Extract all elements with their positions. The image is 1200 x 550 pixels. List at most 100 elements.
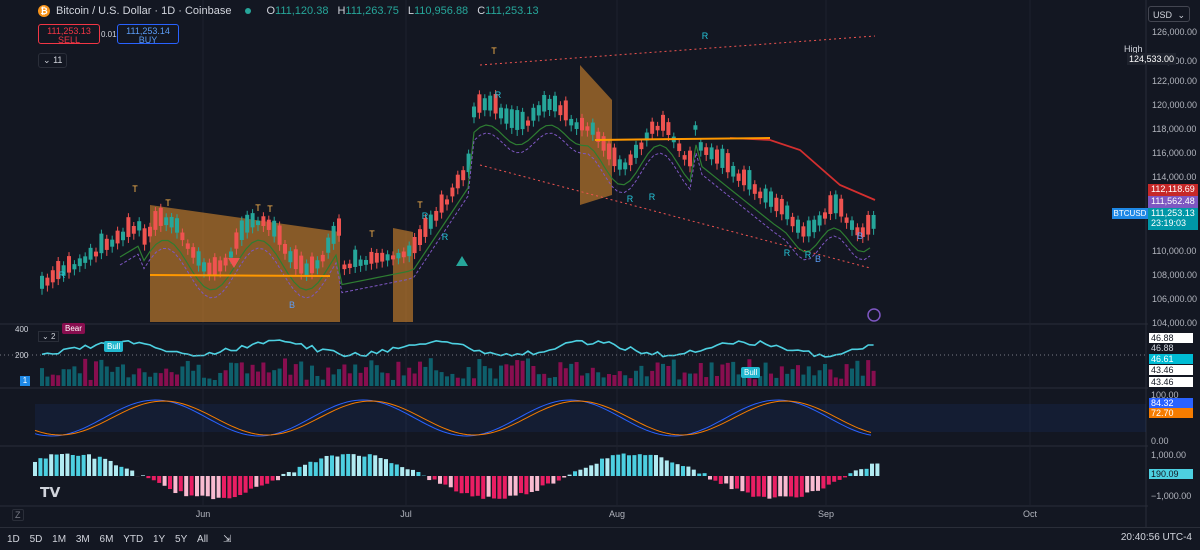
macd-bar <box>292 472 297 476</box>
volume-bar <box>763 362 768 386</box>
macd-bar <box>389 463 394 476</box>
candle-body <box>385 254 390 261</box>
macd-bar <box>373 455 378 476</box>
macd-bar <box>119 466 124 476</box>
candle-body <box>326 237 331 253</box>
macd-bar <box>130 470 135 476</box>
macd-bar <box>470 476 475 497</box>
pane2-axis-bottom: 0.00 <box>1151 436 1169 446</box>
macd-bar <box>524 476 529 495</box>
candle-body <box>45 277 50 286</box>
volume-bar <box>272 370 277 386</box>
buy-label: BUY <box>138 35 158 45</box>
macd-bar <box>589 465 594 476</box>
volume-bar <box>482 366 487 386</box>
volume-bar <box>342 364 347 386</box>
signal-marker: B <box>857 231 863 241</box>
candle-body <box>725 153 730 173</box>
currency-select[interactable]: USD ⌄ <box>1148 6 1190 22</box>
candle-body <box>299 255 304 274</box>
macd-bar <box>254 476 259 487</box>
volume-bar <box>774 377 779 386</box>
buy-signal-icon <box>456 256 468 266</box>
macd-bar <box>465 476 469 494</box>
macd-bar <box>243 476 248 493</box>
market-open-icon <box>245 8 252 14</box>
volume-bar <box>380 372 385 386</box>
macd-bar <box>843 476 847 478</box>
candle-body <box>612 147 617 167</box>
date-range-icon[interactable]: ⇲ <box>223 534 231 545</box>
candle-body <box>455 174 460 189</box>
volume-bar <box>61 369 66 386</box>
volume-bar <box>461 378 466 386</box>
volume-bar <box>682 372 687 386</box>
macd-bar <box>313 462 318 476</box>
candle-body <box>461 170 466 181</box>
timeframe-1y[interactable]: 1Y <box>153 534 165 545</box>
volume-bar <box>601 377 606 386</box>
timeframe-5y[interactable]: 5Y <box>175 534 187 545</box>
buy-button[interactable]: 111,253.14 BUY <box>117 24 179 45</box>
volume-bar <box>326 367 331 386</box>
candle-body <box>607 143 611 160</box>
macd-bar <box>432 476 437 480</box>
signal-marker: T <box>267 204 273 214</box>
macd-bar <box>211 476 216 500</box>
macd-bar <box>502 476 507 499</box>
timeframe-3m[interactable]: 3M <box>76 534 90 545</box>
timeframe-5d[interactable]: 5D <box>30 534 43 545</box>
pane1-collapse-toggle[interactable]: ⌄ 2 <box>38 331 60 342</box>
macd-bar <box>394 464 399 476</box>
volume-bar <box>677 379 682 386</box>
pane1-value: 46.88 <box>1149 333 1193 343</box>
volume-bar <box>250 364 255 386</box>
volume-bar <box>450 373 455 386</box>
macd-bar <box>708 476 712 480</box>
pane1-value: 46.61 <box>1149 354 1193 364</box>
volume-bar <box>401 375 406 386</box>
macd-bar <box>632 455 637 476</box>
candle-body <box>634 144 638 158</box>
candle-body <box>342 264 347 270</box>
volume-bar <box>212 379 217 386</box>
candle-body <box>185 243 190 249</box>
volume-bar <box>223 370 228 386</box>
candle-body <box>266 219 271 230</box>
timeframe-6m[interactable]: 6M <box>100 534 114 545</box>
macd-bar <box>610 455 615 476</box>
volume-bar <box>499 365 503 386</box>
volume-bar <box>164 368 169 386</box>
macd-bar <box>481 476 486 499</box>
candle-body <box>580 117 584 131</box>
macd-bar <box>832 476 837 482</box>
timezone-toggle-icon[interactable]: Z <box>12 509 24 521</box>
candle-body <box>272 220 277 237</box>
indicator-legend-toggle[interactable]: ⌄ 11 <box>38 53 68 68</box>
volume-bar <box>185 360 190 386</box>
macd-bar <box>616 454 621 476</box>
signal-marker: R <box>422 211 429 221</box>
macd-bar <box>492 476 496 499</box>
symbol-title[interactable]: Bitcoin / U.S. Dollar · 1D · Coinbase <box>56 5 231 17</box>
macd-bar <box>178 476 183 492</box>
timeframe-1d[interactable]: 1D <box>7 534 20 545</box>
chart-canvas[interactable]: TT T TTTTRRRRRR RR RBBB <box>0 0 1200 550</box>
candle-body <box>396 252 401 259</box>
volume-bar <box>736 374 741 386</box>
candle-body <box>331 225 336 244</box>
volume-bar <box>256 371 260 386</box>
macd-bar <box>362 456 367 476</box>
macd-bar <box>367 454 372 476</box>
candle-body <box>380 252 385 262</box>
macd-bar <box>427 476 432 481</box>
timeframe-ytd[interactable]: YTD <box>123 534 143 545</box>
timeframe-all[interactable]: All <box>197 534 208 545</box>
sell-button[interactable]: 111,253.13 SELL <box>38 24 100 45</box>
macd-bar <box>249 476 253 489</box>
volume-bar <box>542 373 547 386</box>
volume-bar <box>83 358 88 386</box>
macd-bar <box>281 473 286 476</box>
timeframe-1m[interactable]: 1M <box>52 534 66 545</box>
ohlc-high: H111,263.75 <box>337 5 399 17</box>
